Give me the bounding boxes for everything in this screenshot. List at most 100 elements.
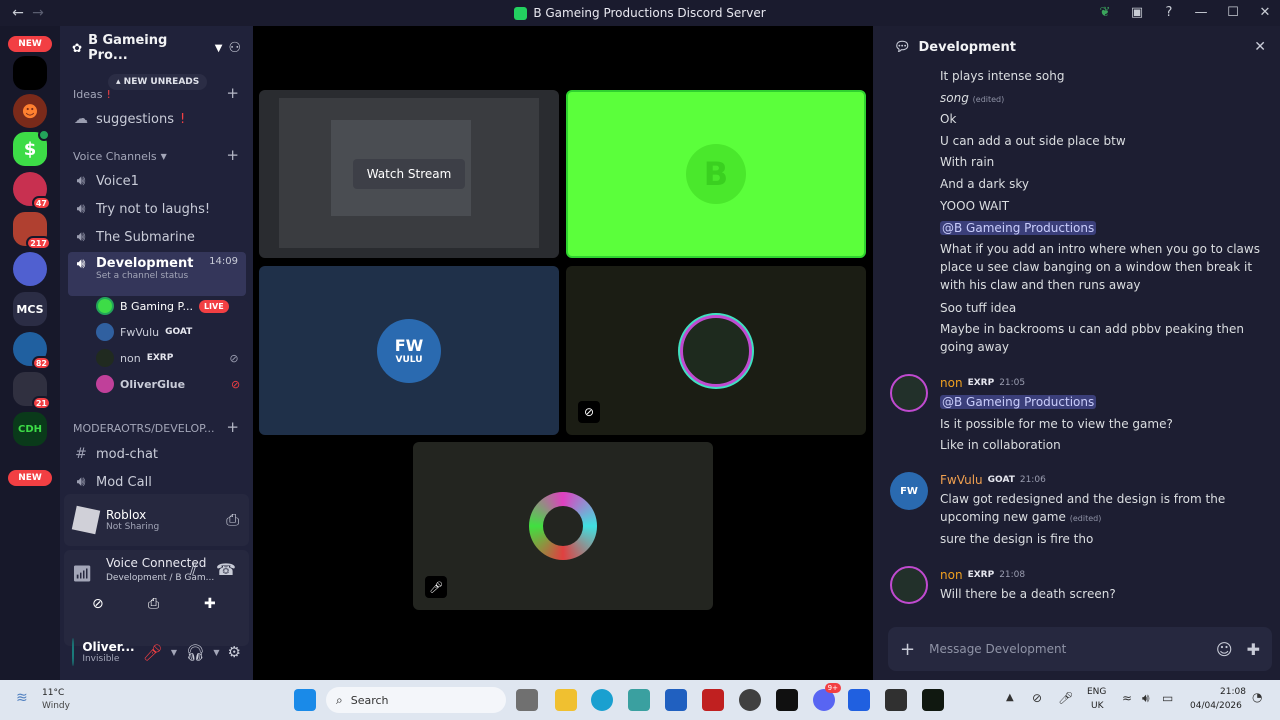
back-arrow-icon[interactable]: ←	[8, 3, 28, 23]
start-icon[interactable]	[294, 689, 316, 711]
edge-icon[interactable]	[591, 689, 613, 711]
message[interactable]: YOOO WAIT	[940, 197, 1260, 215]
share-screen-icon[interactable]: ⎙	[226, 510, 239, 530]
oliver-tile[interactable]: 🎤︎	[413, 442, 713, 610]
apps-icon[interactable]: ✚	[1247, 640, 1260, 659]
add-attachment-icon[interactable]: +	[900, 639, 915, 660]
voice-member[interactable]: non EXRP ⊘	[96, 348, 239, 368]
add-mod-channel-button[interactable]: +	[226, 418, 239, 436]
app-icon[interactable]	[628, 689, 650, 711]
message[interactable]: What if you add an intro where when you …	[940, 240, 1260, 294]
noise-suppression-icon[interactable]: ⫽	[190, 560, 197, 580]
server-icon-mcs[interactable]: MCS	[13, 292, 47, 326]
speaking-tile[interactable]: B	[566, 90, 866, 258]
terminal-icon[interactable]	[922, 689, 944, 711]
message[interactable]: Maybe in backrooms u can add pbbv peakin…	[940, 320, 1260, 356]
channel-submarine[interactable]: 🔊︎ The Submarine	[68, 224, 246, 250]
forward-arrow-icon[interactable]: →	[28, 3, 48, 23]
capcut-icon[interactable]	[885, 689, 907, 711]
maximize-icon[interactable]: ☐	[1224, 3, 1242, 21]
headphones-icon[interactable]: 🎧︎	[185, 643, 205, 662]
message[interactable]: Will there be a death screen?	[940, 585, 1260, 603]
chevron-down-icon[interactable]: ▼	[171, 648, 177, 657]
new-pill-bottom[interactable]: NEW	[8, 470, 52, 486]
volume-icon[interactable]: 🔊︎	[1142, 691, 1150, 706]
message[interactable]: Claw got redesigned and the design is fr…	[940, 490, 1260, 528]
minimize-icon[interactable]: —	[1192, 3, 1210, 21]
server-icon-9[interactable]: CDH	[13, 412, 47, 446]
channel-mod-chat[interactable]: # mod-chat	[68, 441, 246, 467]
channel-status[interactable]: Set a channel status	[96, 271, 246, 281]
avatar[interactable]: FW	[890, 472, 928, 510]
stream-tile[interactable]: Watch Stream	[259, 90, 559, 258]
activities-icon[interactable]: ✚	[204, 596, 216, 612]
voice-member[interactable]: OliverGlue ⊘	[96, 374, 240, 394]
mic-muted-icon[interactable]: 🎤︎	[143, 643, 163, 662]
notifications-icon[interactable]: ◔	[1252, 690, 1262, 704]
watch-stream-button[interactable]: Watch Stream	[352, 159, 466, 189]
network-off-icon[interactable]: ⊘	[1032, 691, 1042, 705]
message[interactable]: Soo tuff idea	[940, 299, 1260, 317]
message[interactable]: song (edited)	[940, 89, 1260, 109]
chevron-up-icon[interactable]: ▲	[1006, 692, 1014, 703]
message[interactable]: And a dark sky	[940, 175, 1260, 193]
add-voice-channel-button[interactable]: +	[226, 146, 239, 164]
fwvulu-tile[interactable]: FW VULU	[259, 266, 559, 435]
message-author[interactable]: non EXRP 21:08	[940, 568, 1025, 582]
message[interactable]: Like in collaboration	[940, 436, 1260, 454]
mic-icon[interactable]: 🎤︎	[1058, 691, 1073, 705]
message-author[interactable]: FwVulu GOAT 21:06	[940, 473, 1046, 487]
message[interactable]: @B Gameing Productions	[940, 393, 1260, 411]
message-input[interactable]: Message Development	[929, 642, 1202, 656]
help-icon[interactable]: ?	[1160, 3, 1178, 21]
close-chat-icon[interactable]: ✕	[1254, 39, 1266, 55]
settings-gear-icon[interactable]: ⚙	[228, 643, 241, 661]
message[interactable]: It plays intense sohg	[940, 67, 1260, 85]
message[interactable]: Ok	[940, 110, 1260, 128]
message[interactable]: Is it possible for me to view the game?	[940, 415, 1260, 433]
channel-try-not-to-laughs[interactable]: 🔊︎ Try not to laughs!	[68, 196, 246, 222]
avatar[interactable]	[890, 374, 928, 412]
message[interactable]: With rain	[940, 153, 1260, 171]
category-voice[interactable]: Voice Channels ▼	[73, 150, 167, 163]
non-tile[interactable]: ⊘	[566, 266, 866, 435]
avatar[interactable]	[890, 566, 928, 604]
server-icon-pumpkin[interactable]: ☻	[13, 94, 47, 128]
channel-voice1[interactable]: 🔊︎ Voice1	[68, 168, 246, 194]
app-icon[interactable]	[739, 689, 761, 711]
channel-development[interactable]: 🔊︎ Development 14:09 Set a channel statu…	[68, 252, 246, 296]
roblox-studio-icon[interactable]	[848, 689, 870, 711]
user-avatar[interactable]	[72, 638, 75, 666]
server-icon-8[interactable]: 21	[13, 372, 51, 410]
roblox-taskbar-icon[interactable]	[776, 689, 798, 711]
mention[interactable]: @B Gameing Productions	[940, 395, 1097, 409]
new-pill-top[interactable]: NEW	[8, 36, 52, 52]
leaf-icon[interactable]: ❦	[1096, 3, 1114, 21]
wifi-icon[interactable]: ≈	[1122, 691, 1132, 705]
server-header[interactable]: ✿ B Gameing Pro... ▼ ⚇	[60, 26, 253, 70]
mcafee-icon[interactable]	[702, 689, 724, 711]
voice-member[interactable]: B Gaming P... LIVE	[96, 296, 229, 316]
message-author[interactable]: non EXRP 21:05	[940, 376, 1025, 390]
server-icon-3[interactable]: 47	[13, 172, 51, 210]
mention[interactable]: @B Gameing Productions	[940, 221, 1097, 235]
server-icon-5[interactable]	[13, 252, 47, 286]
channel-suggestions[interactable]: ☁ suggestions!	[68, 106, 246, 132]
file-explorer-icon[interactable]	[555, 689, 577, 711]
add-member-icon[interactable]: ⚇	[228, 40, 241, 56]
discord-taskbar-icon[interactable]: 9+	[813, 683, 841, 711]
message-composer[interactable]: + Message Development ☺ ✚	[888, 627, 1272, 671]
message[interactable]: sure the design is fire tho	[940, 530, 1260, 548]
message[interactable]: U can add a out side place btw	[940, 132, 1260, 150]
message[interactable]: @B Gameing Productions	[940, 219, 1260, 237]
screen-share-icon[interactable]: ⎙	[148, 596, 159, 612]
add-channel-ideas-button[interactable]: +	[226, 84, 239, 102]
taskbar-search[interactable]: ⌕ Search	[326, 687, 506, 713]
voice-member[interactable]: FwVulu GOAT	[96, 322, 192, 342]
inbox-icon[interactable]: ▣	[1128, 3, 1146, 21]
server-icon-4[interactable]: 217	[13, 212, 51, 250]
server-icon-7[interactable]: 82	[13, 332, 51, 370]
server-icon-black[interactable]	[13, 56, 47, 90]
disconnect-icon[interactable]: ☎	[216, 560, 236, 579]
emoji-icon[interactable]: ☺	[1216, 640, 1233, 659]
